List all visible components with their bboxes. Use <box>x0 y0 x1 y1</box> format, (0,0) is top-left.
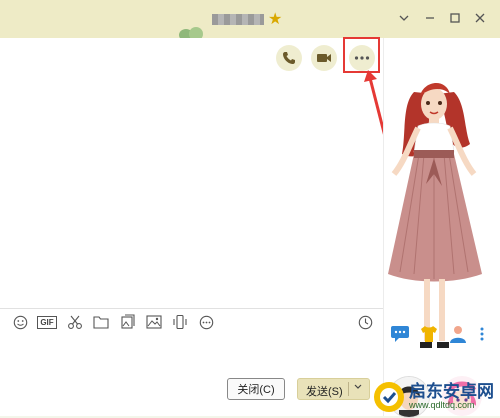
input-toolbar: GIF <box>0 308 383 335</box>
chat-message-area <box>0 38 383 310</box>
contact-name-redacted <box>212 14 264 25</box>
video-icon <box>317 54 331 62</box>
watermark-logo-icon <box>374 382 404 412</box>
emoji-icon <box>13 315 27 329</box>
outfit-button[interactable] <box>417 323 441 345</box>
more-tools-button[interactable] <box>197 313 215 331</box>
gif-button[interactable]: GIF <box>36 313 58 331</box>
profile-show-panel <box>383 38 500 418</box>
send-label: 发送(S) <box>306 386 343 398</box>
close-icon[interactable] <box>472 11 488 27</box>
video-call-button[interactable] <box>311 45 337 71</box>
character-show-image <box>388 82 482 348</box>
shake-icon <box>173 314 187 330</box>
gif-icon: GIF <box>37 315 57 329</box>
chat-bubble-icon <box>391 326 409 342</box>
folder-icon <box>93 316 109 329</box>
star-icon[interactable]: ★ <box>268 9 282 29</box>
maximize-icon[interactable] <box>447 11 463 27</box>
send-button[interactable]: 发送(S) <box>297 378 370 400</box>
profile-button[interactable] <box>446 323 470 345</box>
voice-call-button[interactable] <box>276 45 302 71</box>
minimize-icon[interactable] <box>422 11 438 27</box>
image-gallery-icon <box>121 314 135 329</box>
scissors-icon <box>68 315 82 329</box>
image-gallery-button[interactable] <box>119 313 137 331</box>
send-divider <box>348 382 349 396</box>
chevron-down-icon[interactable] <box>396 11 412 27</box>
close-button[interactable]: 关闭(C) <box>227 378 285 400</box>
message-input[interactable] <box>0 334 383 416</box>
image-icon <box>146 315 162 329</box>
vertical-dots-icon <box>480 327 484 341</box>
panel-more-button[interactable] <box>474 323 490 345</box>
title-bar: ★ <box>0 0 500 40</box>
message-history-button[interactable] <box>356 313 374 331</box>
watermark-title: 启东安卓网 <box>409 382 494 402</box>
phone-icon <box>283 52 295 64</box>
watermark-url: www.qdltdq.com <box>409 400 475 411</box>
more-circle-icon <box>199 315 213 329</box>
person-icon <box>450 326 466 343</box>
screenshot-button[interactable] <box>66 313 84 331</box>
shake-button[interactable] <box>171 313 189 331</box>
chat-bubble-button[interactable] <box>388 323 412 345</box>
image-button[interactable] <box>145 313 163 331</box>
tshirt-icon <box>421 326 437 342</box>
chevron-down-icon[interactable] <box>353 381 363 394</box>
site-watermark: 启东安卓网 www.qdltdq.com <box>372 378 500 416</box>
history-clock-icon <box>358 315 372 329</box>
file-button[interactable] <box>92 313 110 331</box>
emoji-button[interactable] <box>11 313 29 331</box>
